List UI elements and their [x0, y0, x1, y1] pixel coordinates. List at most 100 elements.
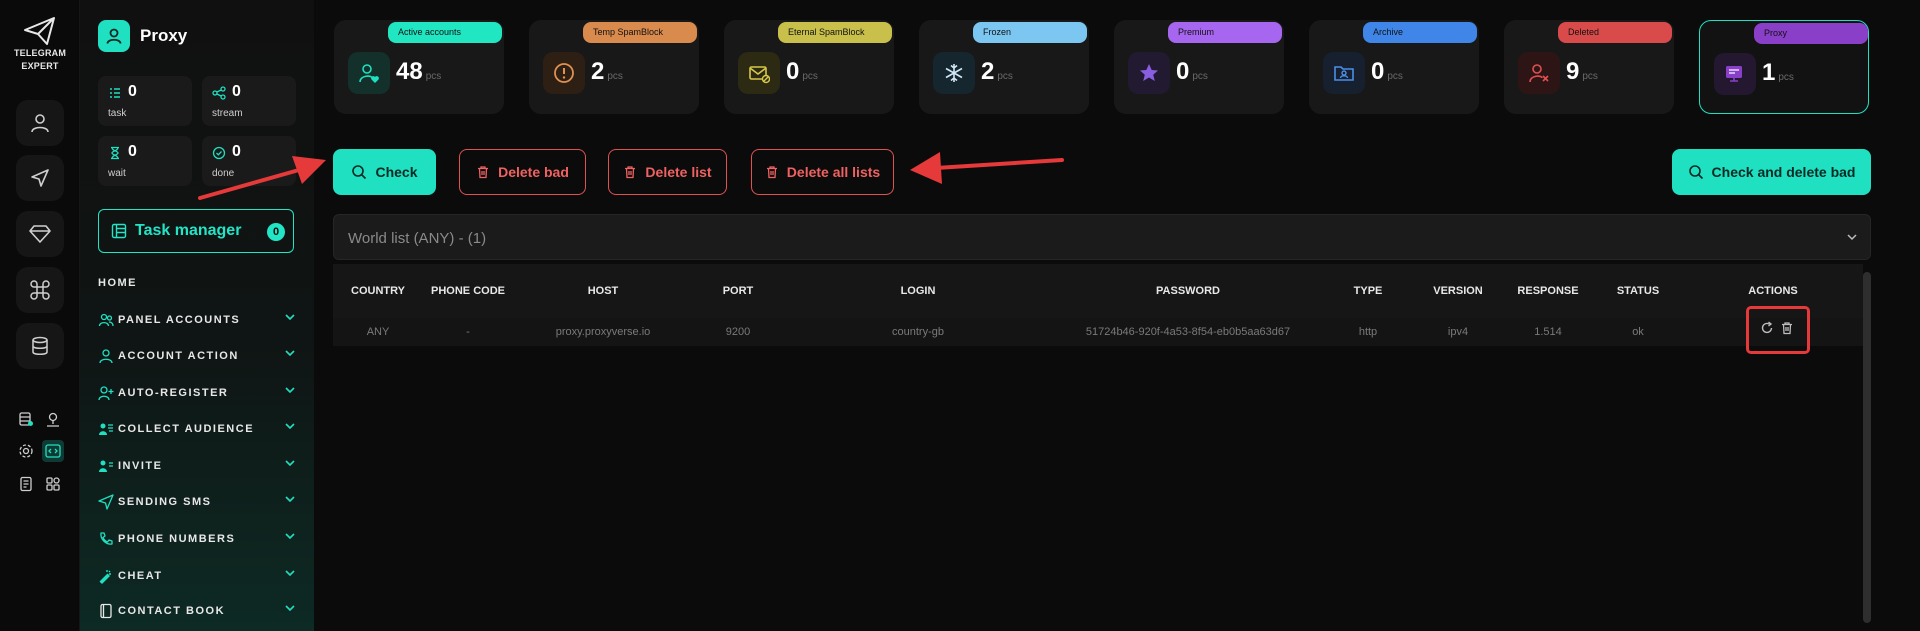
app-root: TELEGRAM EXPERT Proxy 0 task 0 stream 0 …	[0, 0, 1920, 631]
rail-premium-button[interactable]	[16, 211, 64, 257]
chevron-down-icon[interactable]	[284, 422, 296, 430]
user-icon	[99, 349, 113, 364]
location-icon	[47, 412, 59, 427]
nav-item-panel-accounts[interactable]: PANEL ACCOUNTS	[98, 310, 296, 330]
command-icon	[30, 280, 50, 300]
rail-mini-location[interactable]	[42, 408, 64, 430]
stat-wait-label: wait	[108, 168, 126, 179]
delete-all-lists-button[interactable]: Delete all lists	[751, 149, 894, 195]
nav-item-cheat[interactable]: CHEAT	[98, 566, 296, 586]
card-label: Frozen	[973, 22, 1087, 43]
nav-item-label: INVITE	[118, 460, 163, 472]
card-label: Deleted	[1558, 22, 1672, 43]
card-archive[interactable]: Archive 0 pcs	[1309, 20, 1479, 114]
snowflake-icon	[945, 64, 963, 82]
envelope-block-icon	[749, 66, 770, 84]
nav-item-phone-numbers[interactable]: PHONE NUMBERS	[98, 529, 296, 549]
share-icon	[212, 86, 226, 100]
phone-icon	[100, 532, 113, 545]
trash-icon[interactable]	[1780, 321, 1794, 335]
icon-rail: TELEGRAM EXPERT	[0, 0, 80, 631]
card-deleted[interactable]: Deleted 9 pcs	[1504, 20, 1674, 114]
search-icon	[1688, 165, 1703, 180]
card-label: Proxy	[1754, 23, 1868, 44]
card-unit: pcs	[1387, 71, 1403, 82]
chevron-down-icon[interactable]	[284, 532, 296, 540]
column-header-type: TYPE	[1353, 285, 1383, 297]
nav-home[interactable]: HOME	[98, 277, 137, 289]
chevron-down-icon[interactable]	[284, 495, 296, 503]
nav-item-sending-sms[interactable]: SENDING SMS	[98, 492, 296, 512]
card-unit: pcs	[607, 71, 623, 82]
send-icon	[31, 169, 49, 187]
card-value: 0	[1176, 58, 1190, 85]
card-frozen[interactable]: Frozen 2 pcs	[919, 20, 1089, 114]
card-proxy[interactable]: Proxy 1 pcs	[1699, 20, 1869, 114]
rail-mini-database-settings[interactable]	[15, 408, 37, 430]
column-header-phone-code: PHONE CODE	[431, 285, 505, 297]
card-value-wrap: 2 pcs	[981, 58, 1013, 86]
card-unit: pcs	[1778, 72, 1794, 83]
task-manager-button[interactable]: Task manager 0	[98, 209, 294, 253]
column-header-status: STATUS	[1616, 285, 1660, 297]
card-value: 0	[786, 58, 800, 85]
check-button[interactable]: Check	[333, 149, 436, 195]
cell-host: proxy.proxyverse.io	[555, 326, 651, 338]
rail-accounts-button[interactable]	[16, 100, 64, 146]
rail-mini-document[interactable]	[15, 473, 37, 495]
rail-mini-settings[interactable]	[15, 440, 37, 462]
folder-user-icon	[1334, 66, 1354, 81]
check-and-delete-bad-button[interactable]: Check and delete bad	[1672, 149, 1871, 195]
nav-item-invite[interactable]: INVITE	[98, 456, 296, 476]
card-icon-box	[1323, 52, 1365, 94]
database-settings-icon	[19, 412, 33, 426]
delete-list-button[interactable]: Delete list	[608, 149, 727, 195]
chevron-down-icon[interactable]	[284, 604, 296, 612]
rail-commands-button[interactable]	[16, 267, 64, 313]
card-value-wrap: 1 pcs	[1762, 59, 1794, 87]
brand-logo[interactable]: TELEGRAM EXPERT	[0, 16, 80, 72]
rail-mini-code[interactable]	[42, 440, 64, 462]
card-eternal-spamblock[interactable]: Eternal SpamBlock 0 pcs	[724, 20, 894, 114]
chevron-down-icon[interactable]	[284, 386, 296, 394]
card-icon-box	[1518, 52, 1560, 94]
delete-bad-button[interactable]: Delete bad	[459, 149, 586, 195]
rail-mini-widgets[interactable]	[42, 473, 64, 495]
cell-response: 1.514	[1534, 326, 1562, 338]
card-active-accounts[interactable]: Active accounts 48 pcs	[334, 20, 504, 114]
user-plus-icon	[98, 386, 114, 401]
diamond-icon	[29, 225, 51, 243]
chevron-down-icon[interactable]	[284, 569, 296, 577]
nav-item-label: AUTO-REGISTER	[118, 387, 229, 399]
refresh-icon[interactable]	[1760, 321, 1774, 335]
table-scrollbar[interactable]	[1863, 272, 1871, 623]
chevron-down-icon[interactable]	[284, 313, 296, 321]
nav-item-contact-book[interactable]: CONTACT BOOK	[98, 601, 296, 621]
nav-item-label: PHONE NUMBERS	[118, 533, 236, 545]
stat-stream: 0 stream	[202, 76, 296, 126]
column-header-country: COUNTRY	[351, 285, 405, 297]
brand-line1: TELEGRAM	[13, 48, 67, 58]
nav-item-collect-audience[interactable]: COLLECT AUDIENCE	[98, 419, 296, 439]
proxy-server-icon	[1726, 66, 1742, 82]
user-remove-icon	[1529, 64, 1549, 83]
delete-list-label: Delete list	[645, 164, 712, 180]
rail-database-button[interactable]	[16, 323, 64, 369]
column-header-port: PORT	[722, 285, 754, 297]
table-row[interactable]: ANY - proxy.proxyverse.io 9200 country-gb 517…	[333, 318, 1863, 346]
nav-item-account-action[interactable]: ACCOUNT ACTION	[98, 346, 296, 366]
stat-task-value: 0	[128, 83, 137, 100]
card-premium[interactable]: Premium 0 pcs	[1114, 20, 1284, 114]
star-icon	[1140, 64, 1158, 81]
invite-icon	[99, 460, 113, 472]
nav-item-auto-register[interactable]: AUTO-REGISTER	[98, 383, 296, 403]
rail-send-button[interactable]	[16, 155, 64, 201]
delete-all-lists-label: Delete all lists	[786, 164, 881, 180]
proxy-list-select[interactable]: World list (ANY) - (1)	[333, 214, 1871, 260]
chevron-down-icon[interactable]	[284, 349, 296, 357]
chevron-down-icon[interactable]	[284, 459, 296, 467]
column-header-response: RESPONSE	[1517, 285, 1579, 297]
check-button-label: Check	[375, 164, 418, 180]
card-label: Archive	[1363, 22, 1477, 43]
card-temp-spamblock[interactable]: Temp SpamBlock 2 pcs	[529, 20, 699, 114]
